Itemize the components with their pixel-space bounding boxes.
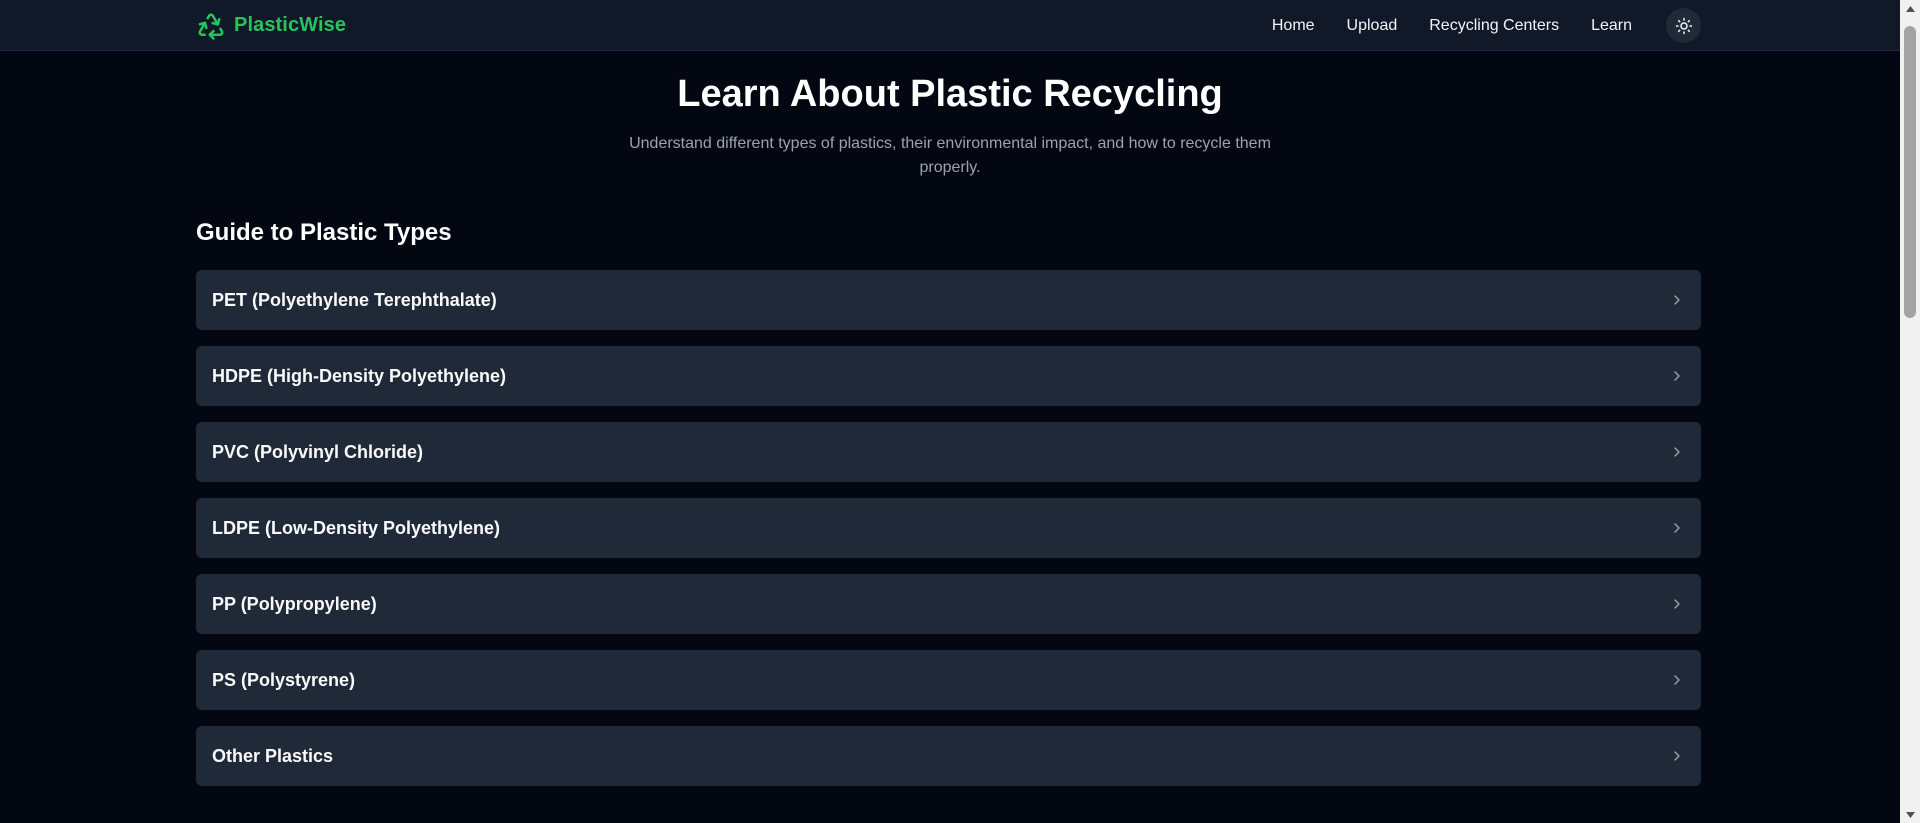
accordion-item-hdpe[interactable]: HDPE (High-Density Polyethylene) <box>196 346 1701 406</box>
brand-logo[interactable]: PlasticWise <box>196 11 346 41</box>
guide-heading: Guide to Plastic Types <box>196 219 452 246</box>
scroll-up-arrow-icon[interactable] <box>1900 0 1920 17</box>
accordion-item-pvc[interactable]: PVC (Polyvinyl Chloride) <box>196 422 1701 482</box>
top-navigation-bar: PlasticWise Home Upload Recycling Center… <box>0 0 1900 51</box>
accordion-item-title: HDPE (High-Density Polyethylene) <box>212 365 507 386</box>
hero-section: Learn About Plastic Recycling Understand… <box>0 70 1900 180</box>
plastic-types-guide: Guide to Plastic Types PET (Polyethylene… <box>196 216 1701 802</box>
page-title: Learn About Plastic Recycling <box>677 73 1223 115</box>
chevron-right-icon <box>1674 371 1680 381</box>
chevron-right-icon <box>1674 295 1680 305</box>
scroll-down-arrow-icon[interactable] <box>1900 806 1920 823</box>
main-nav: Home Upload Recycling Centers Learn <box>1272 0 1701 51</box>
accordion-item-title: PVC (Polyvinyl Chloride) <box>212 441 424 462</box>
accordion-item-title: PS (Polystyrene) <box>212 669 356 690</box>
page-subtitle: Understand different types of plastics, … <box>629 135 1271 176</box>
accordion-item-title: PET (Polyethylene Terephthalate) <box>212 289 497 310</box>
nav-link-learn[interactable]: Learn <box>1591 0 1632 51</box>
scrollbar-thumb[interactable] <box>1904 26 1916 318</box>
accordion-item-pet[interactable]: PET (Polyethylene Terephthalate) <box>196 270 1701 330</box>
accordion-item-ps[interactable]: PS (Polystyrene) <box>196 650 1701 710</box>
chevron-right-icon <box>1674 447 1680 457</box>
accordion-item-title: Other Plastics <box>212 745 334 766</box>
plastic-types-accordion: PET (Polyethylene Terephthalate) HDPE (H… <box>196 270 1701 786</box>
accordion-item-title: LDPE (Low-Density Polyethylene) <box>212 517 501 538</box>
chevron-right-icon <box>1674 599 1680 609</box>
accordion-item-ldpe[interactable]: LDPE (Low-Density Polyethylene) <box>196 498 1701 558</box>
top-navigation-inner: PlasticWise Home Upload Recycling Center… <box>196 0 1701 51</box>
accordion-item-pp[interactable]: PP (Polypropylene) <box>196 574 1701 634</box>
accordion-item-other[interactable]: Other Plastics <box>196 726 1701 786</box>
nav-link-recycling-centers[interactable]: Recycling Centers <box>1429 0 1559 51</box>
theme-toggle-button[interactable] <box>1666 8 1701 43</box>
page: PlasticWise Home Upload Recycling Center… <box>0 0 1900 823</box>
nav-link-upload[interactable]: Upload <box>1347 0 1398 51</box>
chevron-right-icon <box>1674 523 1680 533</box>
brand-name: PlasticWise <box>234 14 347 36</box>
chevron-right-icon <box>1674 675 1680 685</box>
vertical-scrollbar[interactable] <box>1900 0 1920 823</box>
sun-icon <box>1675 17 1692 34</box>
nav-link-home[interactable]: Home <box>1272 0 1315 51</box>
chevron-right-icon <box>1674 751 1680 761</box>
recycle-icon <box>198 12 224 40</box>
accordion-item-title: PP (Polypropylene) <box>212 593 377 614</box>
